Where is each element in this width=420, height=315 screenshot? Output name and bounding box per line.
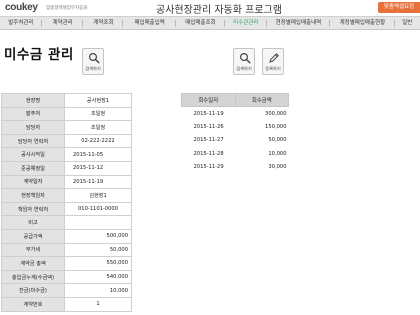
site-info-table: 현장명 공사현장1 발주처 조일정 담당자 조일정 담당자 연락처 02-222-2222 공사… (1, 93, 132, 312)
tab-7[interactable]: 현장별매입매출내역 (267, 17, 331, 29)
info-key: 계약일자 (1, 174, 65, 190)
payment-amount: 30,000 (268, 164, 287, 171)
info-row: 준공예정일 2015-11-12 (1, 160, 132, 176)
payment-date: 2015-11-26 (193, 123, 224, 130)
payment-row[interactable]: 2015-11-28 10,000 (182, 147, 289, 161)
tab-5[interactable]: 매입매출조회 (176, 17, 225, 29)
info-key: 부가세 (1, 242, 65, 258)
page-title: 미수금 관리 (4, 47, 74, 63)
info-key: 공사시작일 (1, 147, 65, 162)
info-key: 현장책임자 (1, 188, 65, 203)
tab-3[interactable]: 계약조회 (83, 17, 124, 29)
info-value[interactable]: 500,000 (64, 228, 132, 244)
info-value[interactable]: 550,000 (64, 256, 132, 271)
info-value[interactable]: 540,000 (64, 269, 132, 285)
info-key: 발주처 (1, 106, 65, 122)
info-row: 계약일자 2015-11-19 (1, 174, 132, 190)
magnifier-icon (88, 52, 100, 64)
info-row: 발주처 조일정 (1, 106, 132, 122)
tab-9[interactable]: 일반 (395, 17, 420, 29)
search-button-label: 검색하기 (85, 66, 101, 71)
info-row: 공급가액 500,000 (1, 228, 132, 244)
info-row: 공사시작일 2015-11-05 (1, 147, 132, 162)
search-button-payments-label: 검색하기 (236, 66, 252, 71)
payment-row[interactable]: 2015-11-29 30,000 (182, 161, 289, 175)
info-row: 비고 (1, 215, 132, 230)
info-key: 계약금 총액 (1, 256, 65, 271)
info-value[interactable] (64, 215, 132, 230)
info-key: 현장명 (1, 93, 65, 108)
info-row: 잔금(미수금) 10,000 (1, 283, 132, 298)
payment-amount: 300,000 (265, 110, 287, 117)
info-key: 준공예정일 (1, 160, 65, 176)
payment-amount: 50,000 (268, 137, 287, 144)
payment-date: 2015-11-19 (193, 110, 224, 117)
custom-excel-request-button[interactable]: 맞춤엑셀요청 (378, 2, 420, 13)
pencil-icon (269, 53, 279, 63)
info-value[interactable]: 50,000 (64, 242, 132, 258)
info-key: 담당자 (1, 120, 65, 135)
payment-date: 2015-11-29 (193, 164, 224, 171)
payments-header-date: 회수일자 (181, 93, 236, 107)
info-key: 책임자 연락처 (1, 201, 65, 217)
app-header: coukey 맞춤형엑셀업무자동화 공사현장관리 자동화 프로그램 맞춤엑셀요청 (0, 0, 420, 16)
search-button-payments[interactable]: 검색하기 (233, 48, 255, 75)
info-key: 공급가액 (1, 228, 65, 244)
tab-strip: 발주처관리 계약관리 계약조회 매입매출입력 매입매출조회 미수관관리 현장별매입매출내역 계… (0, 16, 420, 30)
info-row: 계약번호 1 (1, 296, 132, 312)
info-value[interactable]: 02-222-2222 (64, 133, 132, 149)
info-key: 담당자 연락처 (1, 133, 65, 149)
info-row: 현장책임자 김현장1 (1, 188, 132, 203)
info-value[interactable]: 010-1101-0000 (64, 201, 132, 217)
register-button[interactable]: 등록하기 (262, 48, 284, 75)
info-key: 총입금누계(수금액) (1, 269, 65, 285)
tab-1[interactable]: 발주처관리 (0, 17, 42, 29)
payment-date: 2015-11-27 (193, 137, 224, 144)
magnifier-icon (239, 52, 251, 64)
info-value[interactable]: 조일정 (64, 106, 132, 122)
app-tagline: 맞춤형엑셀업무자동화 (46, 6, 88, 11)
payment-amount: 10,000 (268, 150, 287, 157)
payments-header-amount: 회수금액 (234, 93, 289, 107)
info-key: 비고 (1, 215, 65, 230)
info-row: 부가세 50,000 (1, 242, 132, 258)
payments-table: 회수일자 회수금액 2015-11-19 300,000 2015-11-26 150… (181, 93, 289, 174)
app-title: 공사현장관리 자동화 프로그램 (156, 5, 282, 16)
tab-6[interactable]: 미수관관리 (225, 17, 267, 29)
search-button[interactable]: 검색하기 (82, 48, 104, 75)
info-key: 계약번호 (1, 296, 65, 312)
info-value[interactable]: 2015-11-05 (64, 147, 132, 162)
info-row: 현장명 공사현장1 (1, 93, 132, 108)
app-logo: coukey (5, 2, 38, 13)
info-row: 총입금누계(수금액) 540,000 (1, 269, 132, 285)
tab-4[interactable]: 매입매출입력 (123, 17, 176, 29)
info-row: 계약금 총액 550,000 (1, 256, 132, 271)
payment-amount: 150,000 (265, 123, 287, 130)
tab-8[interactable]: 계정별매입매출현황 (330, 17, 395, 29)
payment-row[interactable]: 2015-11-27 50,000 (182, 134, 289, 148)
info-row: 담당자 조일정 (1, 120, 132, 135)
info-value[interactable]: 조일정 (64, 120, 132, 135)
info-value[interactable]: 2015-11-12 (64, 160, 132, 176)
info-value[interactable]: 김현장1 (64, 188, 132, 203)
payment-date: 2015-11-28 (193, 150, 224, 157)
info-row: 책임자 연락처 010-1101-0000 (1, 201, 132, 217)
payment-row[interactable]: 2015-11-26 150,000 (182, 120, 289, 134)
info-value[interactable]: 1 (64, 296, 132, 312)
info-value[interactable]: 공사현장1 (64, 93, 132, 108)
info-value[interactable]: 2015-11-19 (64, 174, 132, 190)
info-value[interactable]: 10,000 (64, 283, 132, 298)
info-key: 잔금(미수금) (1, 283, 65, 298)
register-button-label: 등록하기 (265, 66, 281, 71)
info-row: 담당자 연락처 02-222-2222 (1, 133, 132, 149)
payment-row[interactable]: 2015-11-19 300,000 (182, 107, 289, 121)
tab-2[interactable]: 계약관리 (42, 17, 84, 29)
